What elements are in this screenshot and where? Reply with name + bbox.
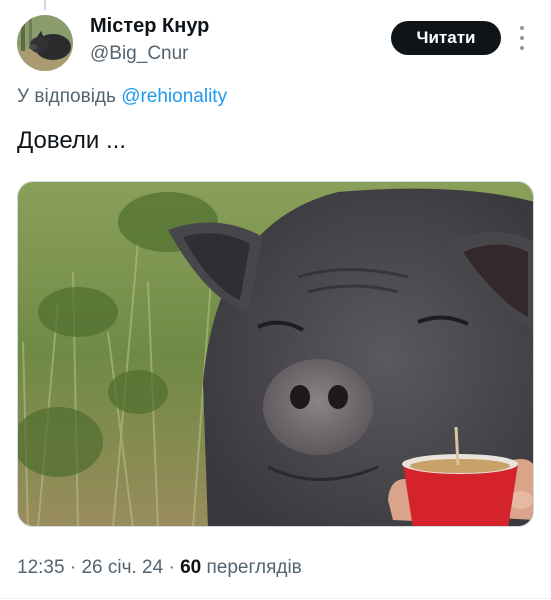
reply-mention-link[interactable]: @rehionality	[121, 86, 227, 107]
reply-prefix: У відповідь	[17, 86, 116, 107]
tweet-date[interactable]: 26 січ. 24	[81, 557, 163, 578]
follow-button[interactable]: Читати	[391, 21, 501, 55]
tweet-photo[interactable]	[17, 181, 534, 527]
avatar[interactable]	[17, 15, 73, 71]
tweet-time[interactable]: 12:35	[17, 557, 65, 578]
pig-avatar-icon	[17, 15, 73, 71]
meta-separator: ·	[64, 557, 82, 578]
author-display-name[interactable]: Містер Кнур	[90, 15, 209, 38]
author-handle[interactable]: @Big_Cnur	[90, 43, 189, 65]
views-count: 60	[180, 557, 202, 578]
more-dot	[520, 46, 524, 50]
meta-separator: ·	[163, 557, 181, 578]
reply-context: У відповідь @rehionality	[17, 86, 227, 108]
views-label: переглядів	[206, 557, 302, 578]
tweet-text: Довели ...	[17, 127, 126, 154]
more-options-icon[interactable]	[514, 26, 530, 50]
thread-connector-line	[44, 0, 46, 10]
photo-pig-with-cup-icon	[18, 182, 533, 526]
divider	[0, 598, 551, 599]
more-dot	[520, 36, 524, 40]
more-dot	[520, 26, 524, 30]
tweet-meta: 12:35 · 26 січ. 24 · 60 переглядів	[17, 557, 302, 579]
